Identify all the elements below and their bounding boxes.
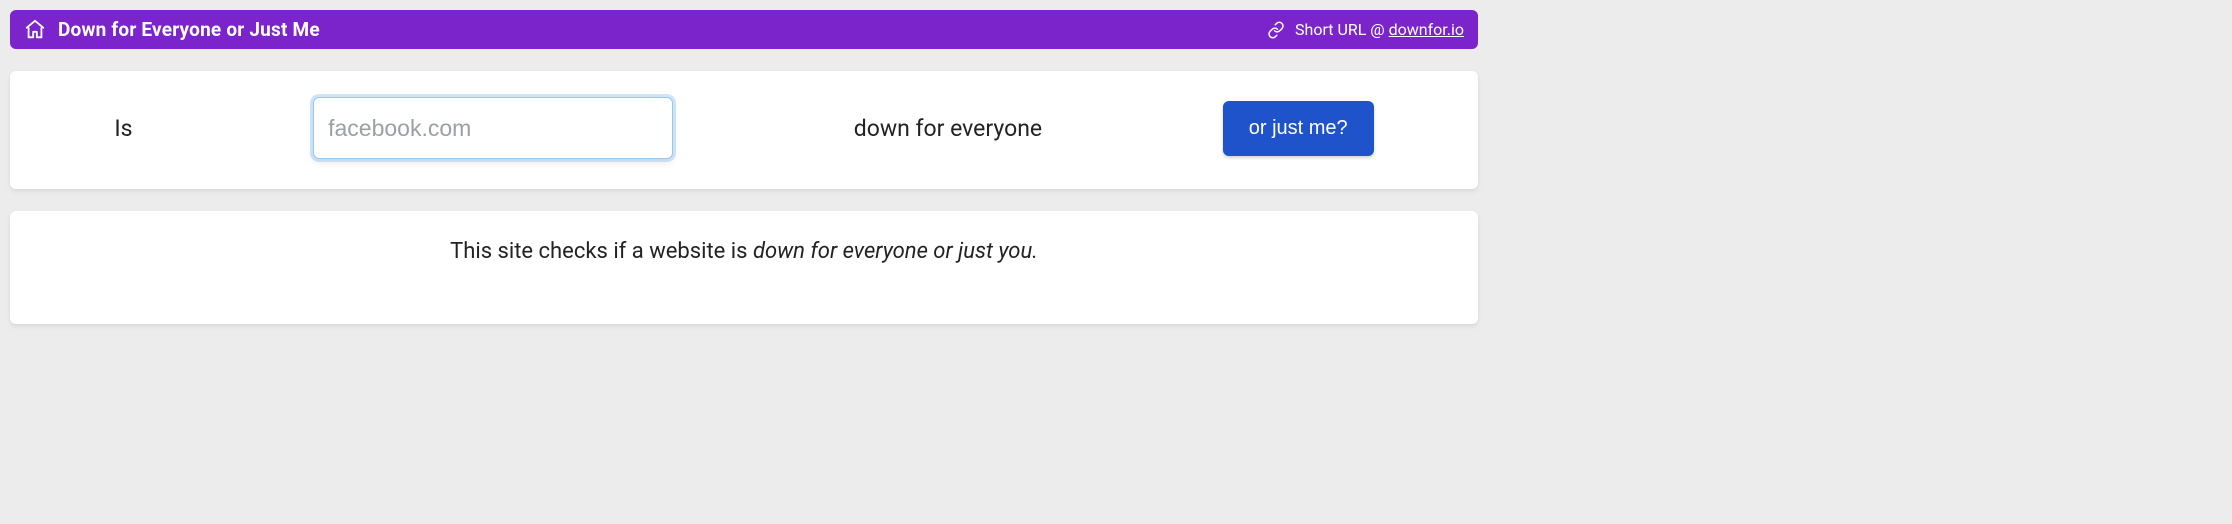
- header-bar: Down for Everyone or Just Me Short URL @…: [10, 10, 1478, 49]
- header-left: Down for Everyone or Just Me: [24, 18, 320, 41]
- form-prefix: Is: [114, 115, 132, 142]
- home-icon[interactable]: [24, 19, 46, 41]
- description-card: This site checks if a website is down fo…: [10, 211, 1478, 324]
- form-middle: down for everyone: [854, 115, 1042, 142]
- url-input[interactable]: [313, 97, 673, 159]
- short-url-label: Short URL @: [1295, 20, 1389, 39]
- check-form-row: Is down for everyone or just me?: [34, 97, 1454, 159]
- check-button[interactable]: or just me?: [1223, 101, 1374, 156]
- check-form-card: Is down for everyone or just me?: [10, 71, 1478, 189]
- description-italic: down for everyone or just you.: [753, 239, 1038, 264]
- description-prefix: This site checks if a website is: [450, 239, 753, 264]
- short-url-container: Short URL @ downfor.io: [1295, 20, 1464, 39]
- short-url-link[interactable]: downfor.io: [1389, 20, 1464, 39]
- description-text: This site checks if a website is down fo…: [34, 239, 1454, 264]
- header-right: Short URL @ downfor.io: [1267, 20, 1464, 39]
- link-icon: [1267, 21, 1285, 39]
- site-title: Down for Everyone or Just Me: [58, 18, 320, 41]
